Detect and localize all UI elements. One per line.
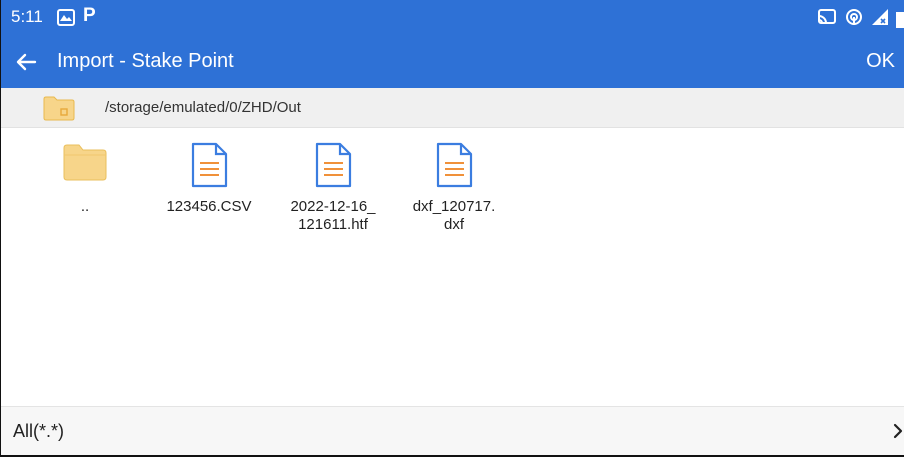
app-bar: Import - Stake Point OK — [1, 36, 904, 88]
file-name: 123456.CSV — [166, 198, 252, 215]
page-title: Import - Stake Point — [57, 50, 234, 72]
status-bar: 5:11 P — [1, 0, 904, 36]
signal-icon — [872, 9, 888, 25]
folder-path-icon — [43, 96, 75, 121]
document-icon — [315, 142, 352, 188]
app-screen: 5:11 P Import - Stake Point OK /storage/… — [0, 0, 904, 457]
file-item[interactable]: 2022-12-16_121611.htf — [283, 142, 383, 234]
filter-label: All(*.*) — [13, 421, 65, 441]
back-arrow-icon[interactable] — [11, 47, 41, 77]
file-name: 2022-12-16_121611.htf — [290, 198, 376, 233]
status-time: 5:11 — [11, 7, 43, 26]
document-icon — [191, 142, 228, 188]
file-item-parent-folder[interactable]: .. — [35, 142, 135, 216]
gallery-icon — [57, 9, 75, 26]
path-bar: /storage/emulated/0/ZHD/Out — [1, 88, 904, 128]
file-type-filter[interactable]: All(*.*) — [1, 406, 904, 455]
chevron-right-icon — [893, 423, 903, 439]
file-grid: .. 123456.CSV 2022-12-16_121611.htf dxf_… — [1, 128, 904, 406]
current-path: /storage/emulated/0/ZHD/Out — [105, 99, 301, 116]
file-name: .. — [80, 198, 90, 215]
hotspot-icon — [846, 9, 862, 25]
ok-button[interactable]: OK — [866, 50, 895, 73]
file-item[interactable]: dxf_120717.dxf — [404, 142, 504, 234]
folder-icon — [63, 144, 107, 181]
file-name: dxf_120717.dxf — [412, 198, 496, 233]
notification-p-icon: P — [83, 5, 96, 26]
cast-icon — [818, 9, 836, 24]
status-icons — [805, 8, 904, 28]
file-item[interactable]: 123456.CSV — [159, 142, 259, 216]
document-icon — [436, 142, 473, 188]
battery-icon — [896, 12, 904, 28]
